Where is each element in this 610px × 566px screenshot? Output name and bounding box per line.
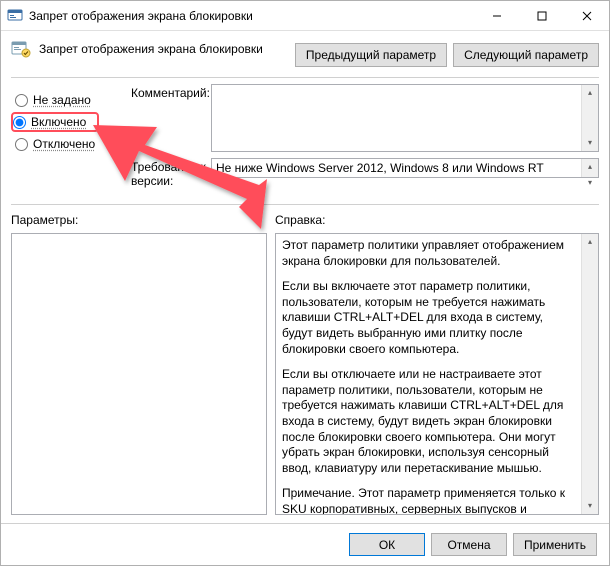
radio-not-configured-label: Не задано [33,93,91,107]
comment-scrollbar[interactable]: ▴ ▾ [581,85,598,151]
radio-disabled-label: Отключено [33,137,95,151]
scroll-up-icon: ▴ [588,159,592,175]
policy-icon [11,39,31,59]
comment-input[interactable] [212,85,581,151]
params-box [11,233,267,515]
radio-disabled-input[interactable] [15,138,28,151]
comment-row: Комментарий: ▴ ▾ [131,84,599,152]
scroll-down-icon: ▾ [588,498,592,514]
header-left: Запрет отображения экрана блокировки [11,39,295,59]
version-field: Не ниже Windows Server 2012, Windows 8 и… [211,158,599,178]
help-pane: Справка: Этот параметр политики управляе… [275,209,599,515]
radio-not-configured[interactable]: Не задано [13,90,131,110]
divider [11,204,599,205]
scroll-down-icon: ▾ [588,135,592,151]
version-scrollbar[interactable]: ▴ ▾ [581,159,598,177]
params-content [12,234,266,514]
help-content: Этот параметр политики управляет отображ… [276,234,581,514]
prev-setting-button[interactable]: Предыдущий параметр [295,43,447,67]
help-paragraph: Примечание. Этот параметр применяется то… [282,486,575,514]
scroll-up-icon: ▴ [588,234,592,250]
maximize-button[interactable] [519,1,564,31]
help-paragraph: Если вы включаете этот параметр политики… [282,279,575,357]
bottom-bar: ОК Отмена Применить [1,523,609,565]
ok-button[interactable]: ОК [349,533,425,556]
main-panes: Параметры: Справка: Этот параметр полити… [1,209,609,515]
state-radios: Не задано Включено Отключено [13,84,131,194]
close-button[interactable] [564,1,609,31]
radio-enabled-input[interactable] [13,116,26,129]
minimize-button[interactable] [474,1,519,31]
scroll-up-icon: ▴ [588,85,592,101]
apply-button[interactable]: Применить [513,533,597,556]
version-row: Требования к версии: Не ниже Windows Ser… [131,158,599,188]
comment-field-wrap: ▴ ▾ [211,84,599,152]
top-section: Не задано Включено Отключено Комментарий… [1,78,609,200]
comment-label: Комментарий: [131,84,211,152]
radio-enabled-label: Включено [31,115,86,129]
next-setting-button[interactable]: Следующий параметр [453,43,599,67]
version-label: Требования к версии: [131,158,211,188]
help-label: Справка: [275,209,599,233]
params-pane: Параметры: [11,209,267,515]
radio-enabled[interactable]: Включено [11,112,99,132]
app-icon [7,8,23,24]
form-column: Комментарий: ▴ ▾ Требования к версии: Не… [131,84,599,194]
nav-buttons: Предыдущий параметр Следующий параметр [295,43,599,67]
help-scrollbar[interactable]: ▴ ▾ [581,234,598,514]
scroll-down-icon: ▾ [588,175,592,191]
header-row: Запрет отображения экрана блокировки Пре… [1,31,609,71]
radio-disabled[interactable]: Отключено [13,134,131,154]
params-label: Параметры: [11,209,267,233]
help-box: Этот параметр политики управляет отображ… [275,233,599,515]
help-paragraph: Если вы отключаете или не настраиваете э… [282,367,575,476]
help-paragraph: Этот параметр политики управляет отображ… [282,238,575,269]
version-value: Не ниже Windows Server 2012, Windows 8 и… [212,159,581,177]
cancel-button[interactable]: Отмена [431,533,507,556]
policy-title: Запрет отображения экрана блокировки [39,42,263,56]
radio-not-configured-input[interactable] [15,94,28,107]
title-bar: Запрет отображения экрана блокировки [1,1,609,31]
window-title: Запрет отображения экрана блокировки [29,9,474,23]
